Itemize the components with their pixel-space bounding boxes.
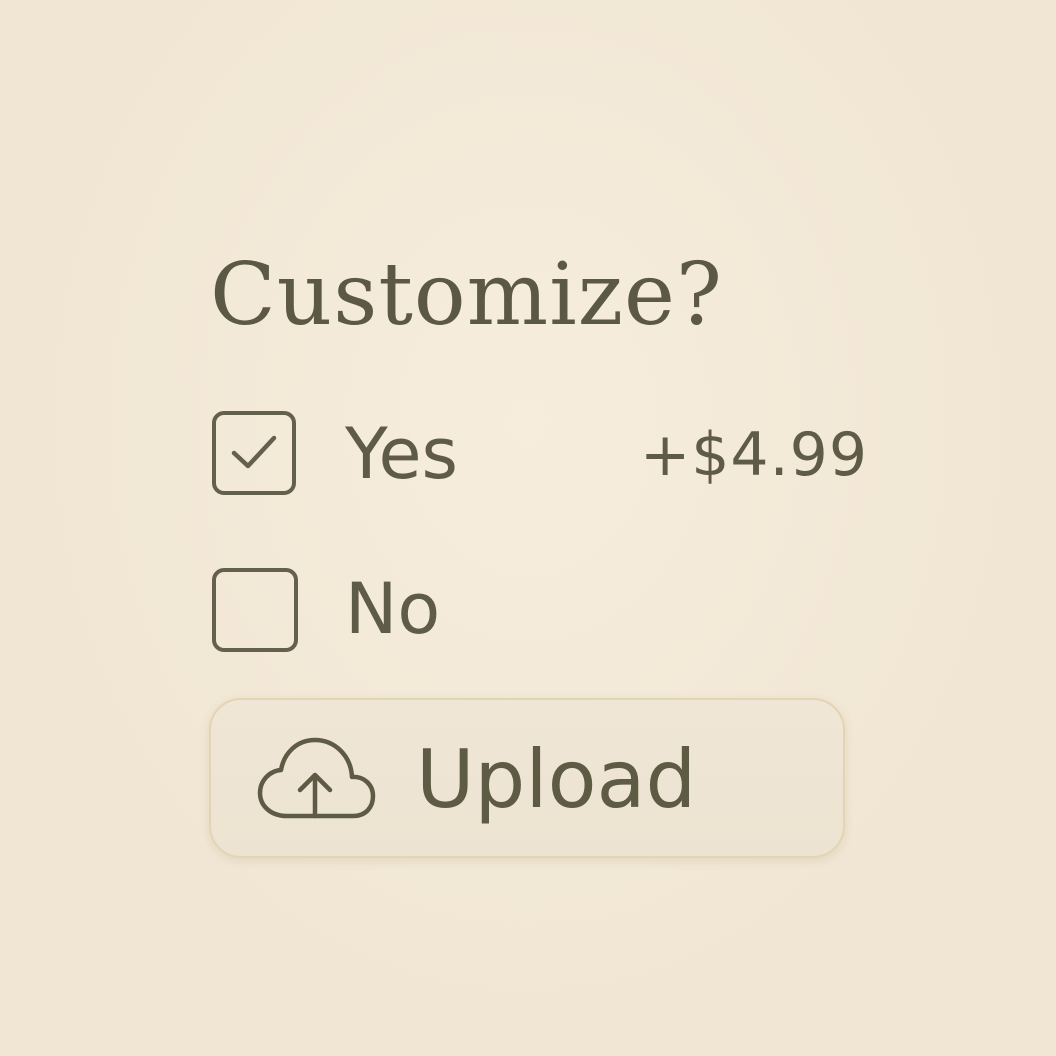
yes-label: Yes [345,413,458,495]
no-label: No [345,568,441,650]
cloud-upload-icon [257,737,376,819]
checkmark-icon [231,435,277,469]
yes-checkbox[interactable] [212,411,296,495]
upload-button[interactable]: Upload [209,698,845,858]
yes-price: +$4.99 [639,420,868,490]
upload-label: Upload [416,733,697,826]
option-no[interactable]: No [210,566,850,660]
option-yes[interactable]: Yes +$4.99 [210,409,867,503]
customize-panel: Customize? Yes +$4.99 No Upload [0,0,1056,1056]
customize-heading: Customize? [210,245,724,345]
no-checkbox[interactable] [212,568,298,652]
